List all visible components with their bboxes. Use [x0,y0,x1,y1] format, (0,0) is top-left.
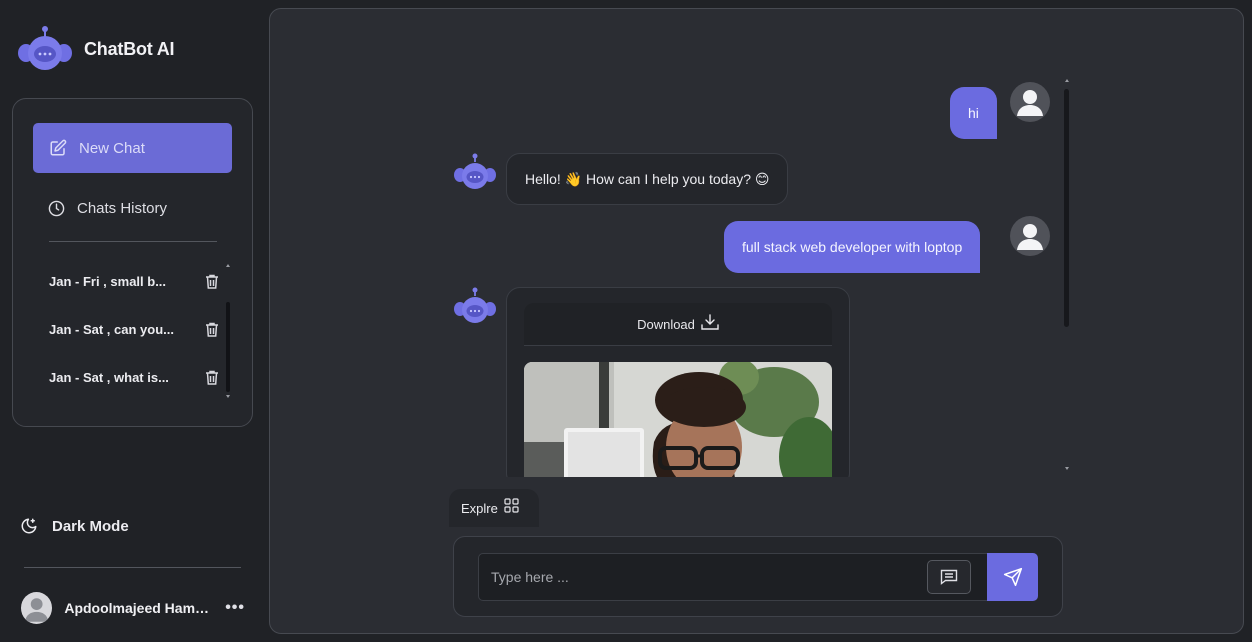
history-item-label: Jan - Sat , what is... [49,369,169,385]
history-item-label: Jan - Sat , can you... [49,321,174,337]
chat-panel: hi Hello! 👋 How can I help you today? 😊 [269,8,1244,634]
user-message-bubble: full stack web developer with loptop [724,221,981,273]
scroll-down-arrow[interactable] [1064,467,1069,470]
scroll-up-arrow[interactable] [1064,79,1069,82]
scroll-down-arrow[interactable] [226,395,230,398]
dark-mode-toggle[interactable]: Dark Mode [20,517,129,535]
user-profile[interactable]: Apdoolmajeed Hamz... ••• [21,592,245,624]
moon-icon [21,518,37,534]
trash-icon[interactable] [205,274,219,289]
message-text: Hello! 👋 How can I help you today? 😊 [525,170,770,187]
generated-image[interactable] [524,362,832,477]
dark-mode-label: Dark Mode [52,517,129,535]
robot-icon [18,26,72,70]
history-list: Jan - Fri , small b... Jan - Sat , can y… [49,257,219,401]
history-item-label: Jan - Fri , small b... [49,273,167,289]
user-icon [24,598,49,622]
scroll-up-arrow[interactable] [226,264,230,267]
explore-label: Explre [461,500,498,516]
history-item[interactable]: Jan - Sat , what is... [49,353,219,401]
bot-avatar-icon [454,153,496,189]
bot-avatar-icon [454,287,496,323]
message-text: full stack web developer with loptop [742,239,963,255]
bot-message-bubble: Hello! 👋 How can I help you today? 😊 [506,153,789,205]
history-item[interactable]: Jan - Sat , can you... [49,305,219,353]
chat-scrollbar-thumb[interactable] [1064,89,1069,327]
new-chat-label: New Chat [79,139,145,157]
message-text: hi [968,105,979,121]
chat-messages: hi Hello! 👋 How can I help you today? 😊 [450,75,1070,477]
chat-scrollbar[interactable] [1064,79,1069,473]
message-composer [453,536,1063,617]
new-chat-button[interactable]: New Chat [33,123,232,173]
bot-message-row: Hello! 👋 How can I help you today? 😊 [506,153,789,205]
user-avatar [1010,82,1050,122]
avatar [21,592,53,624]
sidebar-divider [49,241,217,242]
grid-icon [504,497,519,513]
edit-icon [50,139,67,156]
user-message-bubble: hi [950,87,997,139]
send-button[interactable] [987,553,1038,601]
explore-button[interactable]: Explre [449,489,539,527]
history-scrollbar[interactable] [226,264,230,398]
user-icon [1017,90,1043,116]
sidebar-panel: New Chat Chats History Jan - Fri , small… [12,98,253,427]
trash-icon[interactable] [205,370,219,385]
download-button[interactable]: Download [524,303,832,346]
user-icon [1017,224,1043,250]
chats-history-label: Chats History [77,199,168,217]
more-options-icon[interactable]: ••• [225,599,245,617]
download-icon [701,314,719,330]
message-icon [940,569,958,585]
trash-icon[interactable] [205,322,219,337]
user-avatar [1010,216,1050,256]
chats-history-button[interactable]: Chats History [33,185,232,231]
message-input-wrapper [478,553,988,601]
user-message-row: hi [950,87,997,139]
send-icon [1003,567,1022,587]
message-input[interactable] [479,554,919,600]
sidebar-divider [24,567,241,568]
clock-icon [48,200,65,216]
download-label: Download [637,316,695,332]
user-name: Apdoolmajeed Hamz... [64,600,212,616]
user-message-row: full stack web developer with loptop [724,221,981,273]
history-scrollbar-thumb[interactable] [226,302,230,392]
brand[interactable]: ChatBot AI [18,25,175,73]
prompt-suggestions-button[interactable] [927,560,971,594]
history-item[interactable]: Jan - Fri , small b... [49,257,219,305]
sidebar: ChatBot AI New Chat Chats History Jan - … [0,0,265,642]
brand-name: ChatBot AI [84,38,175,59]
bot-image-message: Download [506,287,850,477]
